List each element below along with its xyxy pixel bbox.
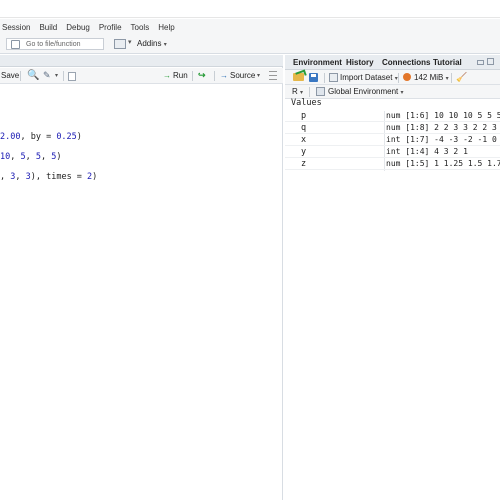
environment-tab-bar: Environment History Connections Tutorial [285,55,500,70]
memory-usage-label: 142 MiB [414,73,444,82]
language-label: R [292,87,298,96]
editor-tab-bar [0,55,283,67]
import-dataset-label: Import Dataset [340,73,393,82]
code-line-1[interactable]: 2.00, by = 0.25) [0,132,82,142]
memory-usage-button[interactable]: 142 MiB ▾ [414,73,449,82]
save-workspace-icon[interactable] [309,73,318,82]
source-arrow-icon: → [220,71,228,80]
addins-button[interactable]: Addins ▾ [137,39,167,48]
import-dataset-button[interactable]: Import Dataset ▾ [340,73,398,82]
variable-name: z [301,159,307,169]
addins-label: Addins [137,39,162,48]
variable-value: int [1:7] -4 -3 -2 -1 0 1 2 [386,135,500,144]
memory-dropdown-icon: ▾ [445,76,449,82]
toolbar-divider [214,71,215,81]
workspace-panes-dropdown-icon[interactable]: ▾ [128,38,132,46]
variable-row[interactable]: z num [1:5] 1 1.25 1.5 1.75 2 [285,158,500,170]
document-outline-icon[interactable] [269,71,277,80]
import-dataset-icon [329,73,338,82]
run-arrow-icon: → [163,71,171,80]
code-line-2[interactable]: 10, 5, 5, 5) [0,152,62,162]
load-workspace-icon[interactable] [293,73,304,81]
toolbar-divider [398,73,399,83]
tab-connections[interactable]: Connections [382,58,430,67]
window-title-strip [0,0,500,18]
environment-toolbar: Import Dataset ▾ 142 MiB ▾ 🧹 [285,70,500,85]
variable-row[interactable]: y int [1:4] 4 3 2 1 [285,146,500,158]
rerun-icon[interactable]: ↪ [198,70,206,81]
variable-value: num [1:6] 10 10 10 5 5 5 [386,111,500,120]
run-label: Run [173,71,188,80]
environment-scope-dropdown-icon: ▾ [400,90,404,96]
menu-help[interactable]: Help [158,23,174,32]
environment-scope-selector[interactable]: Global Environment ▾ [328,87,404,96]
minimize-pane-icon[interactable] [477,60,484,65]
code-line-3[interactable]: , 3, 3), times = 2) [0,172,97,182]
environment-scope-label: Global Environment [328,87,399,96]
source-label: Source [230,71,256,80]
source-dropdown-icon[interactable]: ▾ [257,72,260,79]
main-toolbar: Go to file/function ▾ Addins ▾ [0,36,500,54]
clear-workspace-icon[interactable]: 🧹 [456,72,467,83]
variable-value: int [1:4] 4 3 2 1 [386,147,468,156]
tab-history[interactable]: History [346,58,374,67]
tab-environment[interactable]: Environment [293,58,342,67]
goto-file-input[interactable]: Go to file/function [6,38,104,50]
environment-scope-bar: R ▾ Global Environment ▾ [285,85,500,99]
toolbar-divider [309,87,310,97]
source-editor-pane: Save 🔍 ✎ ▾ → Run ↪ → Source ▾ 2.00, by = 0… [0,55,283,500]
variable-row[interactable]: x int [1:7] -4 -3 -2 -1 0 1 2 [285,134,500,146]
menu-profile[interactable]: Profile [99,23,122,32]
run-button[interactable]: → Run [163,71,188,80]
editor-toolbar: Save 🔍 ✎ ▾ → Run ↪ → Source ▾ [0,68,283,84]
menu-build[interactable]: Build [39,23,57,32]
variable-value: num [1:5] 1 1.25 1.5 1.75 2 [386,159,500,168]
toolbar-divider [63,71,64,81]
variable-name: q [301,123,307,133]
menu-tools[interactable]: Tools [131,23,150,32]
find-replace-icon[interactable]: 🔍 [27,70,39,81]
environment-pane: Environment History Connections Tutorial… [285,55,500,500]
values-section-header: Values [291,98,322,108]
menu-session[interactable]: Session [2,23,30,32]
toolbar-divider [324,73,325,83]
variable-name: p [301,111,307,121]
variable-value: num [1:8] 2 2 3 3 2 2 3 3 [386,123,500,132]
maximize-pane-icon[interactable] [487,58,494,65]
workspace-panes-icon[interactable] [114,39,126,49]
code-tools-icon[interactable]: ✎ [43,70,51,81]
menu-debug[interactable]: Debug [66,23,90,32]
menu-bar: Session Build Debug Profile Tools Help [0,19,500,36]
goto-file-placeholder: Go to file/function [26,40,81,48]
variable-row[interactable]: p num [1:6] 10 10 10 5 5 5 [285,110,500,122]
tab-tutorial[interactable]: Tutorial [433,58,462,67]
code-tools-dropdown-icon[interactable]: ▾ [55,72,58,79]
variable-name: x [301,135,307,145]
memory-usage-icon [403,73,411,81]
language-dropdown-icon: ▾ [300,90,304,96]
toolbar-divider [451,73,452,83]
compile-report-icon[interactable] [68,72,76,81]
language-selector[interactable]: R ▾ [292,87,303,96]
variable-name: y [301,147,307,157]
toolbar-divider [192,71,193,81]
goto-file-icon [11,39,20,49]
global-environment-icon [316,87,325,96]
variable-row[interactable]: q num [1:8] 2 2 3 3 2 2 3 3 [285,122,500,134]
addins-dropdown-icon: ▾ [163,42,167,48]
save-button[interactable]: Save [1,71,19,80]
toolbar-divider [20,71,21,81]
source-button[interactable]: → Source [220,71,255,80]
